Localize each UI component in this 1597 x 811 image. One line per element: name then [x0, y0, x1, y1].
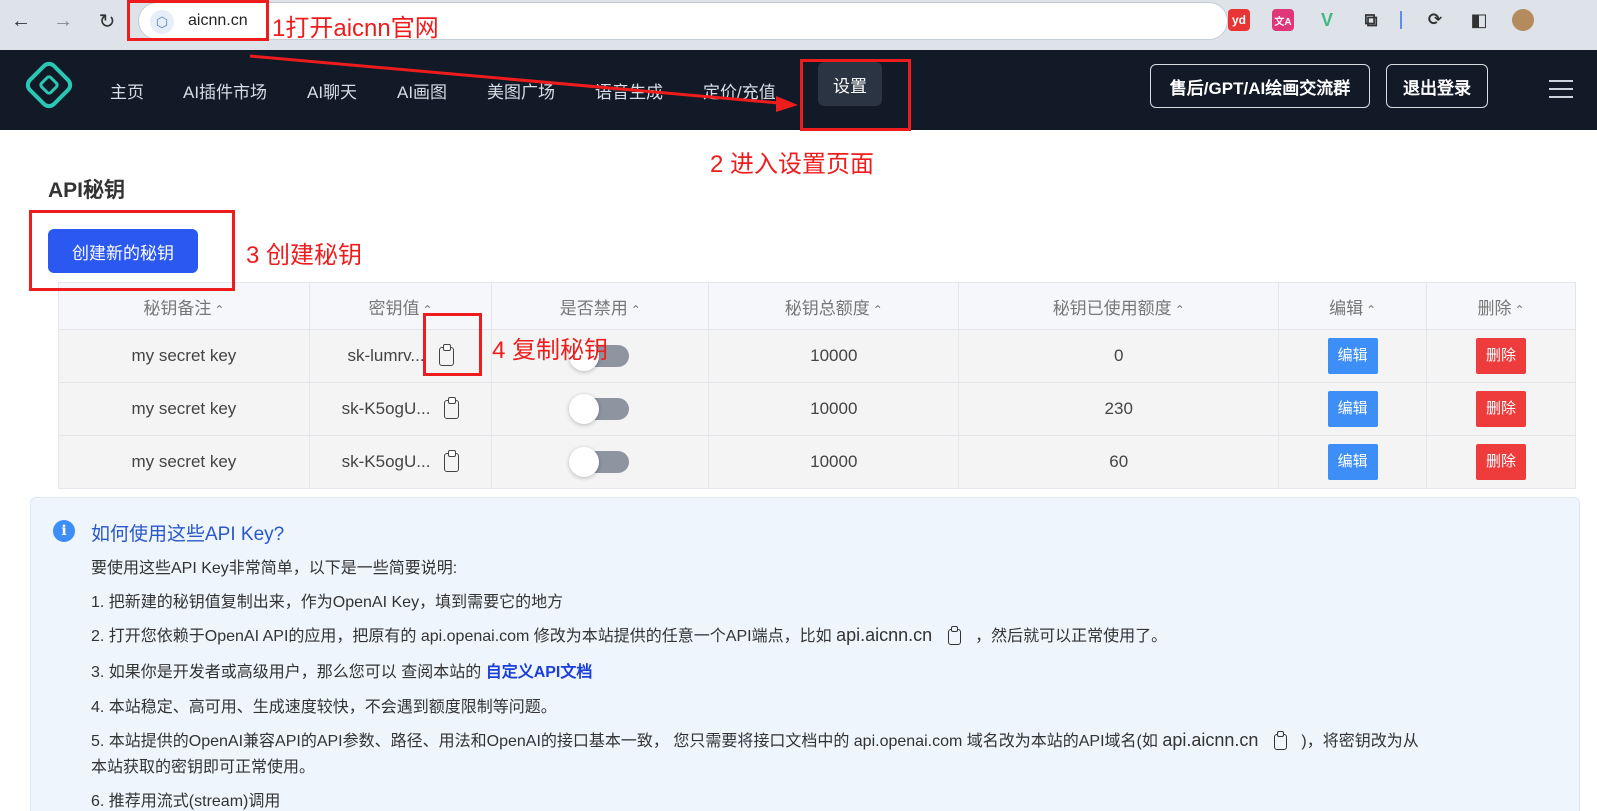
annotation-arrow	[249, 54, 798, 112]
annotation-step-2: 2 进入设置页面	[710, 151, 875, 178]
annotation-box-url	[127, 0, 269, 41]
annotation-box-create	[29, 210, 235, 291]
annotation-step-1: 1打开aicnn官网	[272, 15, 439, 42]
annotation-box-copy	[423, 313, 482, 376]
annotation-step-3: 3 创建秘钥	[246, 242, 363, 269]
annotation-box-settings	[800, 59, 911, 131]
annotation-step-4: 4 复制秘钥	[492, 337, 609, 364]
